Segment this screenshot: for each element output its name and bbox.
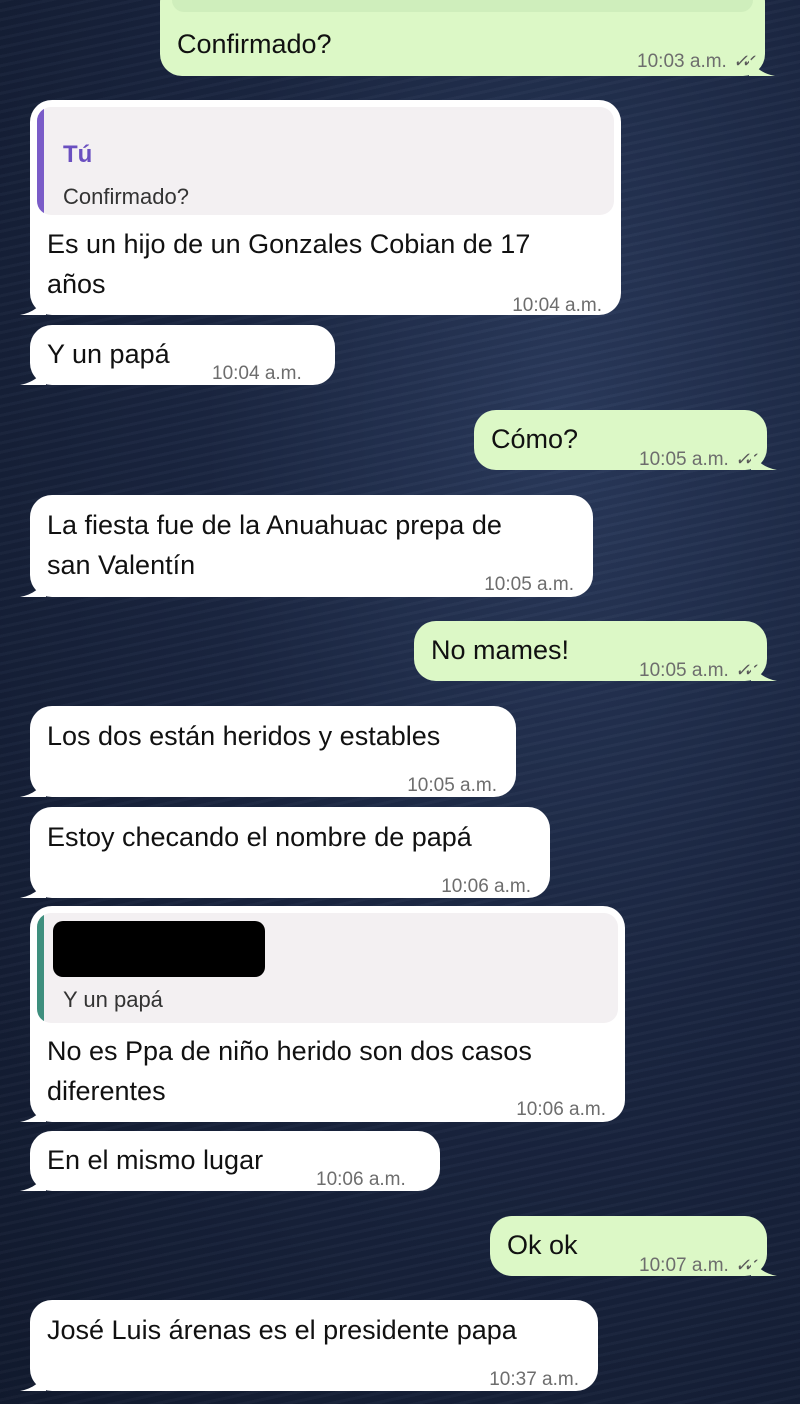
- message-text: En el mismo lugar: [47, 1145, 264, 1175]
- quoted-message[interactable]: Tú Confirmado?: [37, 107, 614, 215]
- message-text-line: La fiesta fue de la Anuahuac prepa de: [47, 510, 502, 540]
- bubble-tail: [20, 365, 46, 385]
- bubble-tail: [751, 450, 777, 470]
- quote-author: Tú: [63, 141, 93, 168]
- quote-bar: [37, 913, 44, 1023]
- message-bubble-outgoing[interactable]: Cómo? 10:05 a.m. ✓✓: [474, 410, 777, 470]
- message-text: No mames!: [431, 635, 570, 665]
- quote-text: Y un papá: [63, 987, 163, 1012]
- message-bubble-outgoing[interactable]: No mames! 10:05 a.m. ✓✓: [414, 621, 777, 681]
- message-text: José Luis árenas es el presidente papa: [47, 1315, 517, 1345]
- message-text-line: Es un hijo de un Gonzales Cobian de 17: [47, 229, 531, 259]
- message-time: 10:05 a.m. ✓✓: [639, 439, 758, 480]
- message-time: 10:37 a.m.: [489, 1369, 579, 1390]
- message-bubble-incoming[interactable]: En el mismo lugar 10:06 a.m.: [20, 1131, 440, 1191]
- message-time: 10:05 a.m.: [484, 574, 574, 595]
- message-bubble-incoming[interactable]: Tú Confirmado? Es un hijo de un Gonzales…: [20, 100, 621, 316]
- message-time: 10:06 a.m.: [516, 1099, 606, 1120]
- double-check-icon: ✓✓: [734, 449, 758, 469]
- message-time: 10:03 a.m. ✓✓: [637, 41, 756, 82]
- quote-bar: [37, 107, 44, 215]
- quoted-message[interactable]: Y un papá: [37, 913, 618, 1023]
- message-time: 10:06 a.m.: [441, 876, 531, 897]
- message-text: Estoy checando el nombre de papá: [47, 822, 472, 852]
- message-bubble-incoming[interactable]: José Luis árenas es el presidente papa 1…: [20, 1300, 598, 1391]
- double-check-icon: ✓✓: [732, 51, 756, 71]
- redacted-author-name: [53, 921, 265, 977]
- message-time: 10:07 a.m. ✓✓: [639, 1245, 758, 1286]
- message-text: Los dos están heridos y estables: [47, 721, 441, 751]
- message-text-line: san Valentín: [47, 550, 196, 580]
- message-text-line: años: [47, 269, 106, 299]
- message-bubble-outgoing[interactable]: Ok ok 10:07 a.m. ✓✓: [490, 1216, 777, 1276]
- message-text: Ok ok: [507, 1230, 578, 1260]
- message-time: 10:05 a.m.: [407, 775, 497, 796]
- message-time: 10:06 a.m.: [316, 1169, 406, 1190]
- bubble-tail: [749, 56, 775, 76]
- quoted-message-preview[interactable]: [172, 0, 753, 12]
- message-bubble-incoming[interactable]: Y un papá No es Ppa de niño herido son d…: [20, 906, 625, 1122]
- bubble-tail: [20, 1171, 46, 1191]
- message-bubble-incoming[interactable]: Los dos están heridos y estables 10:05 a…: [20, 706, 516, 797]
- message-time: 10:04 a.m.: [212, 363, 302, 384]
- bubble-tail: [20, 777, 46, 797]
- message-time: 10:04 a.m.: [512, 295, 602, 316]
- message-text: Cómo?: [491, 424, 579, 454]
- bubble-tail: [20, 1371, 46, 1391]
- message-text: Y un papá: [47, 339, 170, 369]
- message-bubble-outgoing[interactable]: Confirmado? 10:03 a.m. ✓✓: [160, 0, 775, 76]
- message-text-line: No es Ppa de niño herido son dos casos: [47, 1036, 532, 1066]
- bubble-tail: [20, 577, 46, 597]
- message-bubble-incoming[interactable]: Y un papá 10:04 a.m.: [20, 325, 335, 385]
- message-text-line: diferentes: [47, 1076, 166, 1106]
- message-time: 10:05 a.m. ✓✓: [639, 650, 758, 691]
- message-text: Confirmado?: [177, 29, 332, 59]
- bubble-tail: [751, 1256, 777, 1276]
- message-bubble-incoming[interactable]: Estoy checando el nombre de papá 10:06 a…: [20, 807, 550, 898]
- quote-text: Confirmado?: [63, 184, 189, 209]
- bubble-tail: [20, 295, 46, 315]
- bubble-tail: [751, 661, 777, 681]
- double-check-icon: ✓✓: [734, 1255, 758, 1275]
- bubble-tail: [20, 878, 46, 898]
- bubble-tail: [20, 1102, 46, 1122]
- message-bubble-incoming[interactable]: La fiesta fue de la Anuahuac prepa de sa…: [20, 495, 593, 597]
- double-check-icon: ✓✓: [734, 660, 758, 680]
